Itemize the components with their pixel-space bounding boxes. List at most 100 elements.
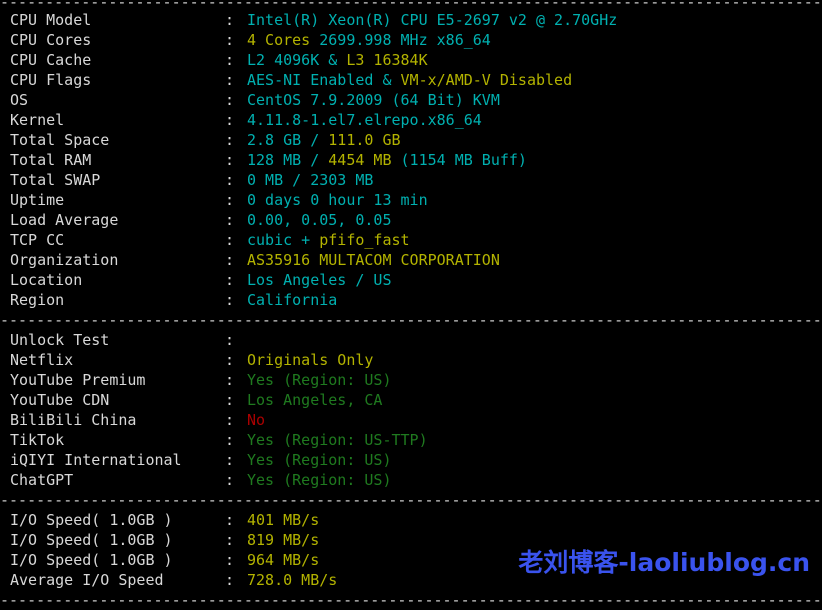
unlock-test-section: Unlock Test:Netflix:Originals OnlyYouTub… — [0, 330, 822, 490]
info-row-colon: : — [225, 210, 247, 230]
info-row: OS:CentOS 7.9.2009 (64 Bit) KVM — [0, 90, 822, 110]
info-row-value: 2.8 GB / 111.0 GB — [247, 131, 401, 149]
info-row-colon: : — [225, 350, 247, 370]
info-row-value: 0 days 0 hour 13 min — [247, 191, 428, 209]
info-row-colon: : — [225, 550, 247, 570]
info-row-label: Total Space — [10, 130, 225, 150]
value-fragment: VM-x/AMD-V Disabled — [401, 71, 573, 89]
value-fragment: L3 16384K — [346, 51, 427, 69]
info-row-label: Average I/O Speed — [10, 570, 225, 590]
info-row-colon: : — [225, 90, 247, 110]
value-fragment: 401 MB/s — [247, 511, 319, 529]
info-row-value: 0.00, 0.05, 0.05 — [247, 211, 392, 229]
info-row: YouTube Premium:Yes (Region: US) — [0, 370, 822, 390]
io-speed-section: I/O Speed( 1.0GB ):401 MB/sI/O Speed( 1.… — [0, 510, 822, 590]
info-row-label: YouTube CDN — [10, 390, 225, 410]
value-fragment: Los Angeles / US — [247, 271, 392, 289]
separator-top: ----------------------------------------… — [0, 0, 822, 10]
info-row-label: Netflix — [10, 350, 225, 370]
info-row-colon: : — [225, 470, 247, 490]
value-fragment: pfifo_fast — [319, 231, 409, 249]
info-row-value: 728.0 MB/s — [247, 571, 337, 589]
info-row: CPU Cores:4 Cores 2699.998 MHz x86_64 — [0, 30, 822, 50]
info-row: TikTok:Yes (Region: US-TTP) — [0, 430, 822, 450]
info-row-value: Yes (Region: US-TTP) — [247, 431, 428, 449]
value-fragment: 2.8 GB / — [247, 131, 328, 149]
info-row-value: Intel(R) Xeon(R) CPU E5-2697 v2 @ 2.70GH… — [247, 11, 617, 29]
info-row: Unlock Test: — [0, 330, 822, 350]
value-fragment: Originals Only — [247, 351, 373, 369]
value-fragment: AES-NI Enabled & — [247, 71, 401, 89]
info-row-colon: : — [225, 410, 247, 430]
info-row-value: No — [247, 411, 265, 429]
info-row-colon: : — [225, 530, 247, 550]
info-row: I/O Speed( 1.0GB ):964 MB/s — [0, 550, 822, 570]
info-row-label: TikTok — [10, 430, 225, 450]
info-row-value: 4.11.8-1.el7.elrepo.x86_64 — [247, 111, 482, 129]
info-row: Region:California — [0, 290, 822, 310]
info-row-label: Region — [10, 290, 225, 310]
value-fragment: L2 4096K & — [247, 51, 346, 69]
info-row-colon: : — [225, 510, 247, 530]
info-row: Uptime:0 days 0 hour 13 min — [0, 190, 822, 210]
info-row-colon: : — [225, 370, 247, 390]
info-row: Netflix:Originals Only — [0, 350, 822, 370]
info-row-label: Total RAM — [10, 150, 225, 170]
info-row-value: 401 MB/s — [247, 511, 319, 529]
info-row-label: CPU Cores — [10, 30, 225, 50]
info-row-colon: : — [225, 50, 247, 70]
info-row-colon: : — [225, 430, 247, 450]
info-row-label: I/O Speed( 1.0GB ) — [10, 550, 225, 570]
info-row-colon: : — [225, 170, 247, 190]
info-row-label: Location — [10, 270, 225, 290]
value-fragment: 728.0 MB/s — [247, 571, 337, 589]
info-row-colon: : — [225, 130, 247, 150]
info-row-value: 819 MB/s — [247, 531, 319, 549]
info-row: Load Average:0.00, 0.05, 0.05 — [0, 210, 822, 230]
info-row-colon: : — [225, 570, 247, 590]
value-fragment: 0 days 0 hour 13 min — [247, 191, 428, 209]
info-row: I/O Speed( 1.0GB ):401 MB/s — [0, 510, 822, 530]
info-row: Total Space:2.8 GB / 111.0 GB — [0, 130, 822, 150]
info-row-label: I/O Speed( 1.0GB ) — [10, 510, 225, 530]
info-row-value: Los Angeles / US — [247, 271, 392, 289]
info-row-value: Yes (Region: US) — [247, 371, 392, 389]
separator-after-system: ----------------------------------------… — [0, 310, 822, 330]
info-row-label: TCP CC — [10, 230, 225, 250]
info-row: Organization:AS35916 MULTACOM CORPORATIO… — [0, 250, 822, 270]
value-fragment: California — [247, 291, 337, 309]
info-row: ChatGPT:Yes (Region: US) — [0, 470, 822, 490]
info-row-label: CPU Cache — [10, 50, 225, 70]
info-row-colon: : — [225, 110, 247, 130]
info-row-colon: : — [225, 230, 247, 250]
value-fragment: 0.00, 0.05, 0.05 — [247, 211, 392, 229]
info-row: Total SWAP:0 MB / 2303 MB — [0, 170, 822, 190]
separator-bottom: ----------------------------------------… — [0, 590, 822, 610]
value-fragment: 2699.998 MHz x86_64 — [319, 31, 491, 49]
info-row-value: 964 MB/s — [247, 551, 319, 569]
info-row-colon: : — [225, 190, 247, 210]
terminal-output: ----------------------------------------… — [0, 0, 822, 609]
value-fragment: 4 Cores — [247, 31, 319, 49]
value-fragment: 4454 MB — [328, 151, 391, 169]
value-fragment: Yes (Region: US) — [247, 451, 392, 469]
info-row-colon: : — [225, 450, 247, 470]
info-row-label: ChatGPT — [10, 470, 225, 490]
value-fragment: 128 MB / — [247, 151, 328, 169]
info-row: Kernel:4.11.8-1.el7.elrepo.x86_64 — [0, 110, 822, 130]
value-fragment: Yes (Region: US) — [247, 471, 392, 489]
value-fragment: AS35916 MULTACOM CORPORATION — [247, 251, 500, 269]
info-row-colon: : — [225, 70, 247, 90]
info-row-label: YouTube Premium — [10, 370, 225, 390]
info-row: CPU Flags:AES-NI Enabled & VM-x/AMD-V Di… — [0, 70, 822, 90]
info-row-colon: : — [225, 290, 247, 310]
info-row-label: BiliBili China — [10, 410, 225, 430]
value-fragment: 111.0 GB — [328, 131, 400, 149]
info-row-label: Uptime — [10, 190, 225, 210]
info-row-label: OS — [10, 90, 225, 110]
info-row-colon: : — [225, 30, 247, 50]
info-row: TCP CC:cubic + pfifo_fast — [0, 230, 822, 250]
info-row-value: L2 4096K & L3 16384K — [247, 51, 428, 69]
info-row-value: California — [247, 291, 337, 309]
info-row-label: Unlock Test — [10, 330, 225, 350]
